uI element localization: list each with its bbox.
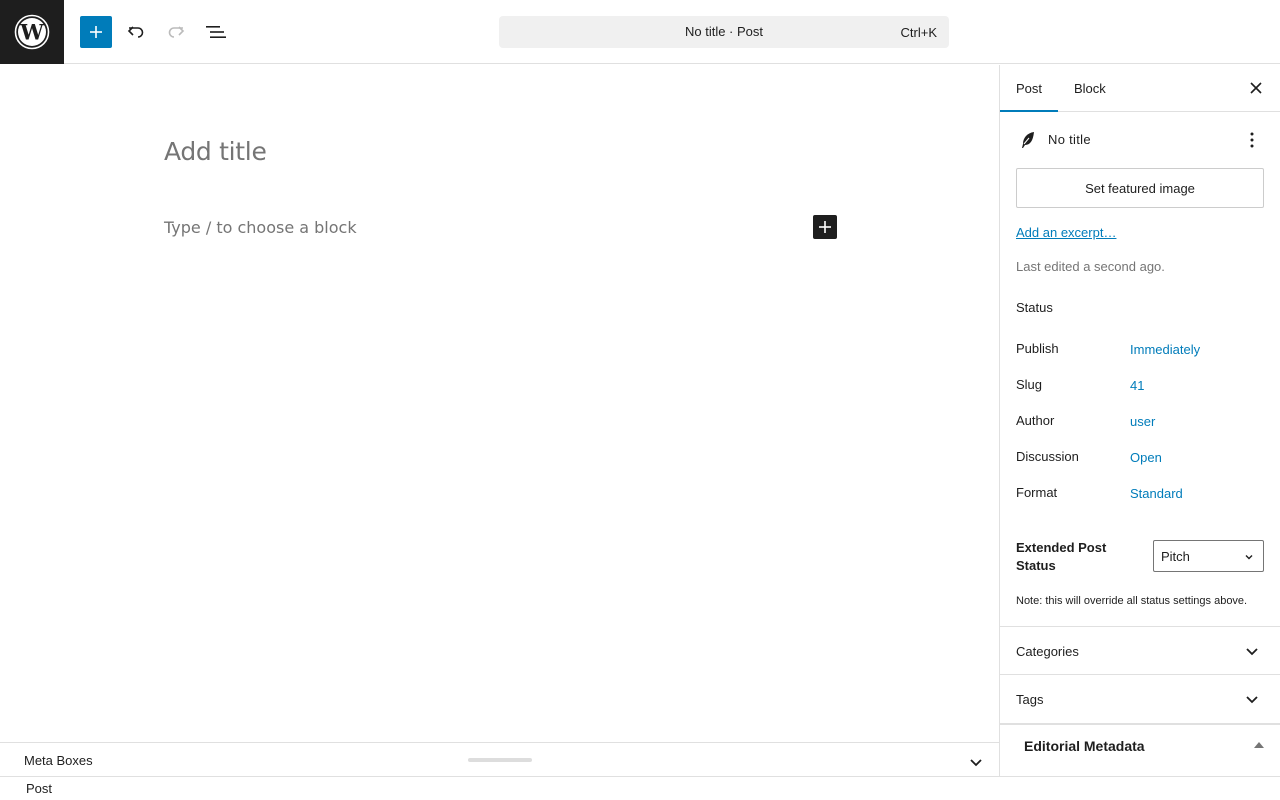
author-row: Author user bbox=[1016, 413, 1264, 433]
editor-header: W No title · Post Ctrl+K bbox=[0, 0, 1280, 64]
more-vertical-icon bbox=[1250, 132, 1254, 148]
block-placeholder[interactable]: Type / to choose a block bbox=[164, 218, 357, 237]
publish-value-button[interactable]: Immediately bbox=[1130, 342, 1200, 357]
close-sidebar-button[interactable] bbox=[1246, 78, 1266, 98]
tags-panel-title: Tags bbox=[1016, 692, 1044, 707]
discussion-value-button[interactable]: Open bbox=[1130, 450, 1162, 465]
meta-boxes-label: Meta Boxes bbox=[24, 753, 93, 768]
post-summary-title: No title bbox=[1048, 132, 1091, 147]
close-icon bbox=[1250, 82, 1262, 94]
status-override-note: Note: this will override all status sett… bbox=[1016, 595, 1248, 607]
format-label: Format bbox=[1016, 485, 1058, 500]
wordpress-logo[interactable]: W bbox=[0, 0, 64, 64]
status-heading: Status bbox=[1016, 300, 1053, 315]
post-actions-button[interactable] bbox=[1242, 129, 1262, 151]
list-view-icon bbox=[206, 26, 226, 38]
chevron-down-icon[interactable] bbox=[966, 752, 986, 772]
format-value-button[interactable]: Standard bbox=[1130, 486, 1183, 501]
redo-icon bbox=[168, 26, 185, 38]
plus-icon bbox=[819, 221, 831, 233]
chevron-down-icon bbox=[1246, 696, 1258, 704]
post-title-input[interactable]: Add title bbox=[164, 137, 267, 166]
wordpress-icon: W bbox=[14, 14, 50, 50]
command-palette-bar[interactable]: No title · Post Ctrl+K bbox=[499, 16, 949, 48]
undo-icon bbox=[127, 26, 144, 38]
editor-footer: Post bbox=[0, 776, 1280, 800]
tab-block[interactable]: Block bbox=[1058, 65, 1122, 112]
slug-label: Slug bbox=[1016, 377, 1043, 392]
post-feather-icon bbox=[1022, 132, 1034, 148]
editor-canvas: Add title Type / to choose a block bbox=[0, 65, 999, 742]
chevron-down-icon bbox=[1246, 648, 1258, 656]
editorial-metadata-panel[interactable]: Editorial Metadata bbox=[1000, 723, 1280, 776]
settings-sidebar: Post Block No title Set featured image A… bbox=[999, 65, 1280, 776]
publish-row: Publish Immediately bbox=[1016, 341, 1264, 361]
tags-panel[interactable]: Tags bbox=[1000, 674, 1280, 722]
block-inserter-button[interactable] bbox=[80, 16, 112, 48]
set-featured-image-button[interactable]: Set featured image bbox=[1016, 168, 1264, 208]
extended-post-status-value: Pitch bbox=[1161, 549, 1190, 564]
author-value-button[interactable]: user bbox=[1130, 414, 1155, 429]
plus-icon bbox=[90, 26, 102, 38]
redo-button[interactable] bbox=[160, 16, 192, 48]
resize-handle[interactable] bbox=[468, 758, 532, 762]
svg-text:W: W bbox=[19, 20, 44, 45]
editorial-metadata-title: Editorial Metadata bbox=[1024, 738, 1145, 754]
add-excerpt-link[interactable]: Add an excerpt… bbox=[1016, 225, 1116, 240]
format-row: Format Standard bbox=[1016, 485, 1264, 505]
meta-boxes-panel: Meta Boxes bbox=[0, 742, 999, 776]
categories-panel-title: Categories bbox=[1016, 644, 1079, 659]
discussion-row: Discussion Open bbox=[1016, 449, 1264, 469]
slug-row: Slug 41 bbox=[1016, 377, 1264, 397]
sidebar-tabs: Post Block bbox=[1000, 65, 1280, 112]
last-edited-text: Last edited a second ago. bbox=[1016, 259, 1165, 274]
breadcrumb[interactable]: Post bbox=[26, 781, 52, 796]
document-overview-button[interactable] bbox=[200, 16, 232, 48]
add-block-button[interactable] bbox=[813, 215, 837, 239]
extended-post-status-label: Extended Post Status bbox=[1016, 540, 1107, 573]
publish-label: Publish bbox=[1016, 341, 1059, 356]
document-title: No title · Post bbox=[684, 24, 764, 39]
author-label: Author bbox=[1016, 413, 1055, 428]
chevron-down-icon bbox=[1245, 555, 1253, 560]
slug-value-button[interactable]: 41 bbox=[1130, 378, 1144, 393]
discussion-label: Discussion bbox=[1016, 449, 1079, 464]
undo-button[interactable] bbox=[120, 16, 152, 48]
tab-post[interactable]: Post bbox=[1000, 65, 1058, 112]
extended-post-status-select[interactable]: Pitch bbox=[1153, 540, 1264, 572]
categories-panel[interactable]: Categories bbox=[1000, 626, 1280, 674]
collapse-triangle-icon bbox=[1254, 742, 1264, 748]
keyboard-shortcut: Ctrl+K bbox=[900, 25, 937, 40]
